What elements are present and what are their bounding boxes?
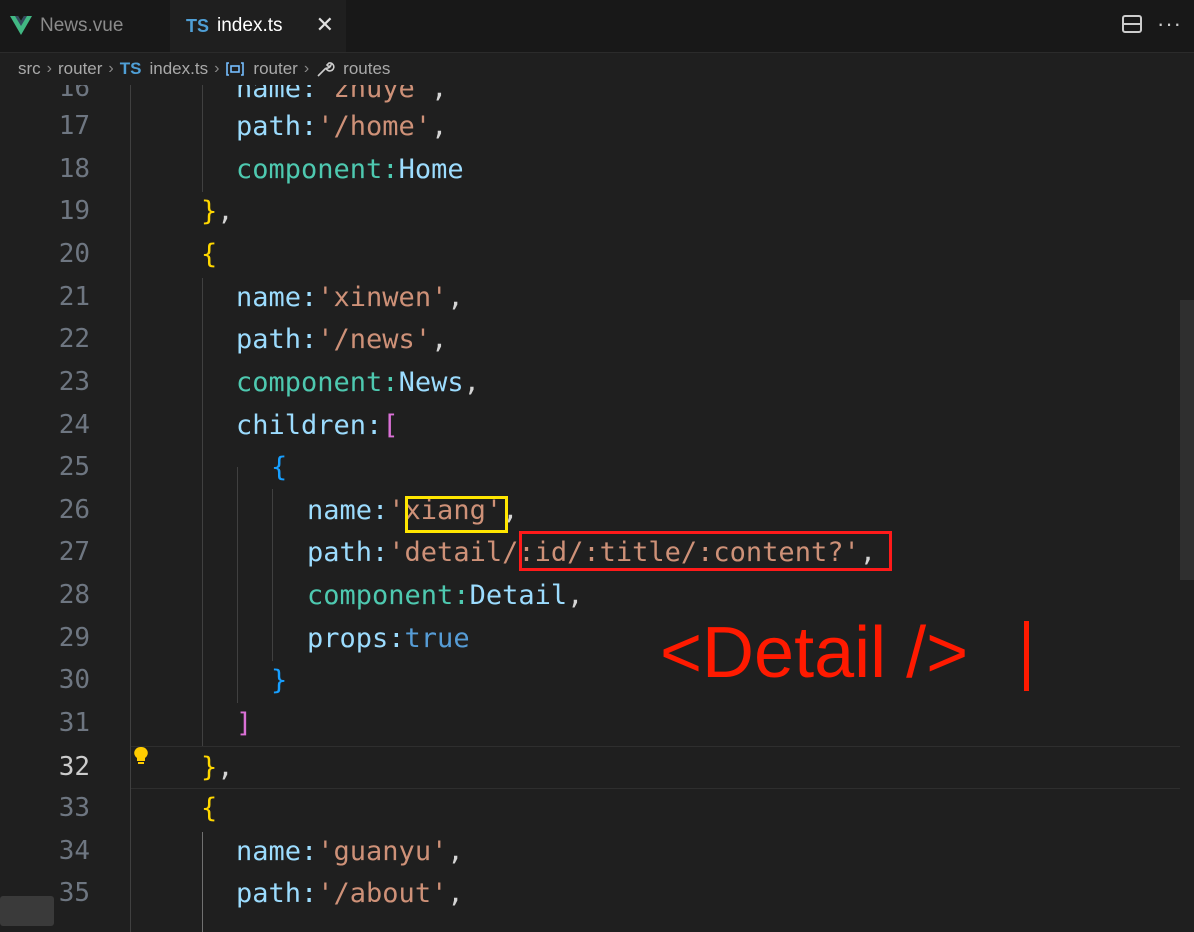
wrench-icon — [317, 62, 335, 77]
code-line: } — [271, 665, 288, 696]
variable-icon — [226, 62, 245, 76]
ts-icon: TS — [119, 59, 142, 78]
code-line: component:Detail, — [307, 580, 584, 611]
more-actions-icon[interactable]: ··· — [1157, 13, 1182, 35]
code-line: children:[ — [236, 410, 399, 441]
highlight-box-name — [405, 496, 508, 533]
highlight-box-path-params — [519, 531, 892, 571]
close-icon[interactable]: ✕ — [316, 13, 334, 37]
code-line: component:News, — [236, 367, 480, 398]
split-editor-icon[interactable] — [1121, 13, 1143, 35]
text-caret — [1024, 621, 1029, 691]
chevron-right-icon: › — [46, 60, 52, 77]
chevron-right-icon: › — [303, 60, 310, 77]
code-line: { — [201, 793, 218, 824]
breadcrumb-item[interactable]: router — [58, 59, 102, 79]
code-line: { — [271, 452, 288, 483]
breadcrumb-item[interactable]: routes — [343, 59, 390, 79]
editor-actions: ··· — [1121, 13, 1182, 35]
chevron-right-icon: › — [108, 60, 114, 77]
code-line: ] — [236, 708, 253, 739]
vue-icon — [10, 16, 32, 35]
code-line: path:'/home', — [236, 111, 448, 142]
code-line: name:'xiang', — [307, 495, 519, 526]
chevron-right-icon: › — [214, 60, 220, 77]
tab-bar: News.vue TS index.ts ✕ ··· — [0, 0, 1194, 53]
tab-index-ts[interactable]: TS index.ts ✕ — [170, 0, 346, 52]
code-line: path:'/news', — [236, 324, 448, 355]
code-editor[interactable]: 16 17 18 19 20 21 22 23 24 25 26 27 28 2… — [0, 85, 1194, 932]
code-line: path:'/about', — [236, 878, 464, 909]
code-line: component:Home — [236, 154, 464, 185]
tab-label: index.ts — [217, 15, 283, 36]
breadcrumb-item[interactable]: router — [253, 59, 297, 79]
ts-icon: TS — [186, 15, 210, 36]
code-line: }, — [201, 752, 234, 783]
code-line: props:true — [307, 623, 470, 654]
code-line: name:'guanyu', — [236, 836, 464, 867]
corner-badge — [0, 896, 54, 926]
code-line: }, — [201, 196, 234, 227]
breadcrumb: src › router › TS index.ts › router › ro… — [0, 53, 1194, 85]
lightbulb-icon[interactable] — [133, 746, 149, 766]
tab-news-vue[interactable]: News.vue — [0, 0, 171, 52]
tab-label: News.vue — [40, 15, 124, 36]
breadcrumb-item[interactable]: src — [18, 59, 41, 79]
code-line: { — [201, 239, 218, 270]
scrollbar-thumb[interactable] — [1180, 300, 1194, 580]
annotation-text: <Detail /> — [660, 613, 969, 693]
code-line: name:'xinwen', — [236, 282, 464, 313]
breadcrumb-item[interactable]: index.ts — [149, 59, 208, 79]
